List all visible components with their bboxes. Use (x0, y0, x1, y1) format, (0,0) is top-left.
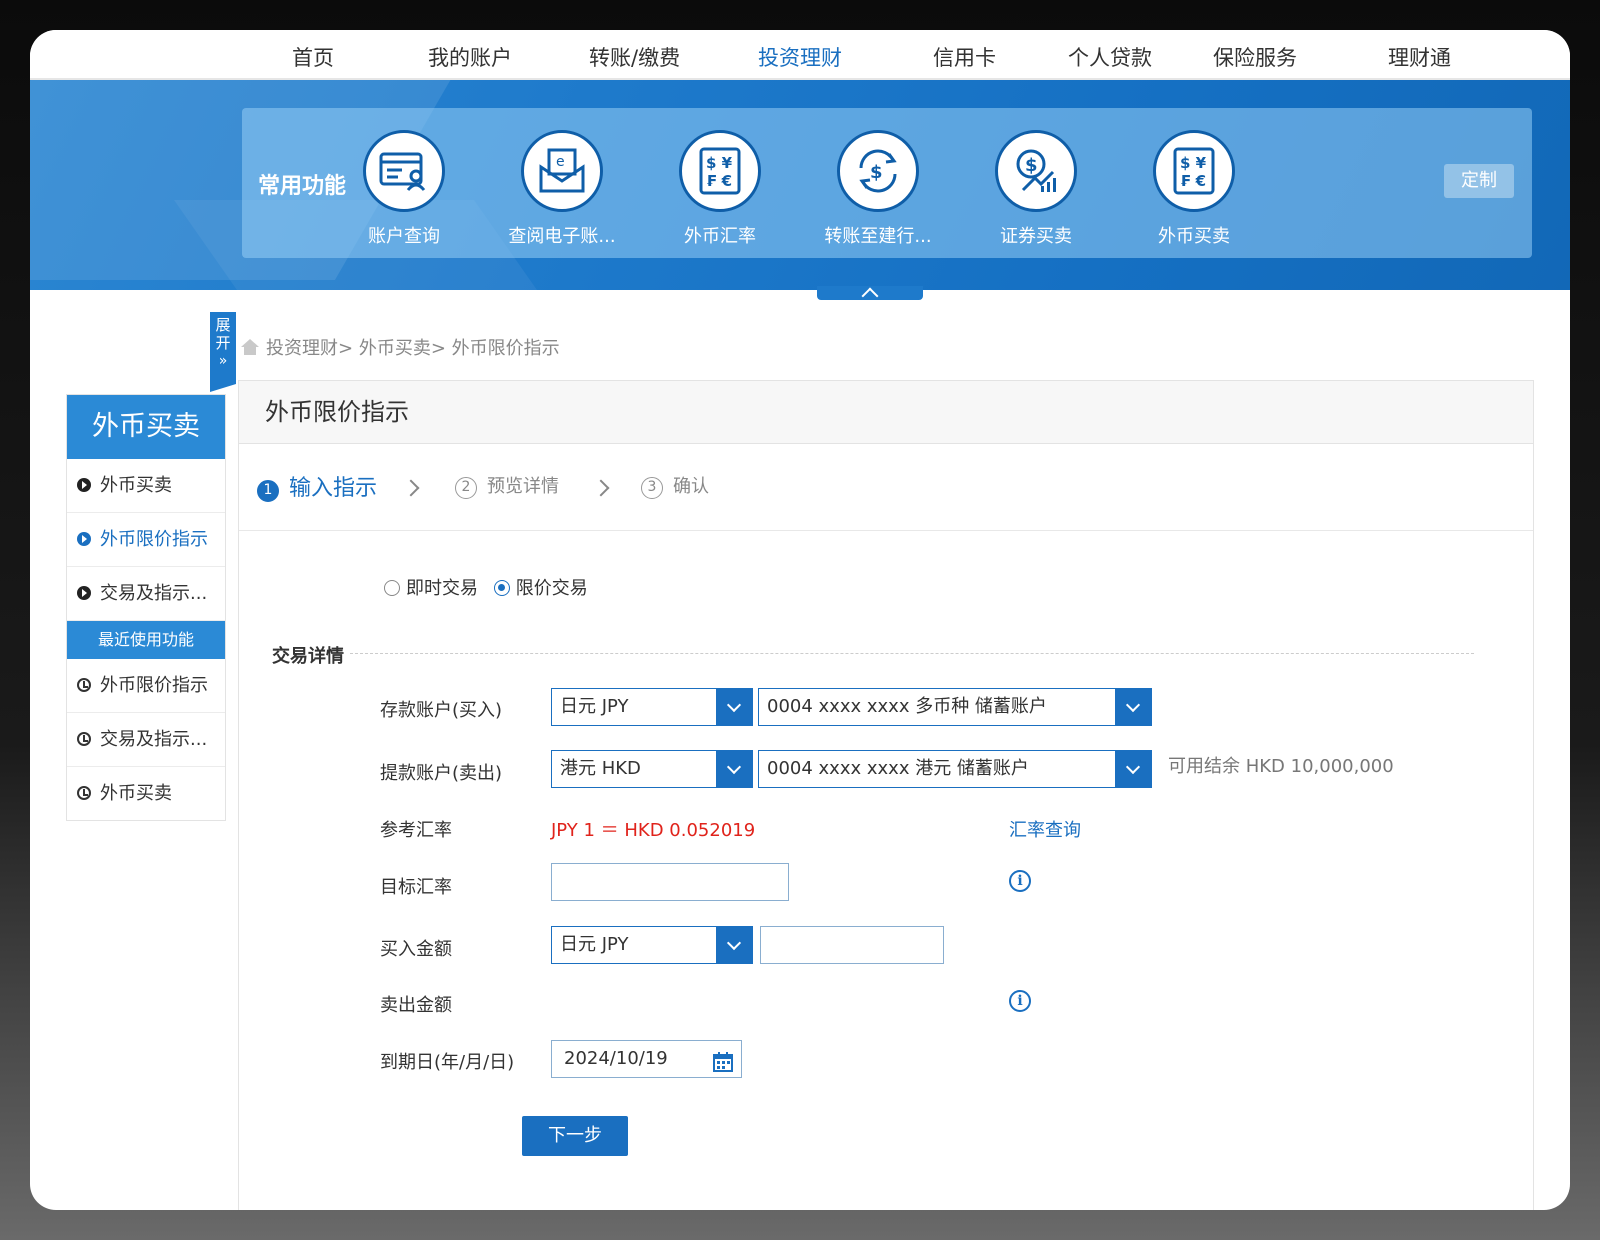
select-value: 0004 xxxx xxxx 港元 储蓄账户 (767, 758, 1029, 779)
buy-amount-input[interactable] (760, 926, 944, 964)
expiry-date-value: 2024/10/19 (564, 1048, 668, 1069)
recent-item-transactions[interactable]: 交易及指示... (67, 713, 225, 767)
withdraw-currency-select[interactable]: 港元 HKD (551, 750, 753, 788)
buy-amount-label: 买入金额 (380, 939, 452, 960)
sidebar-item-label: 交易及指示... (100, 583, 208, 604)
rate-query-link[interactable]: 汇率查询 (1009, 816, 1081, 842)
app-window: 首页 我的账户 转账/缴费 投资理财 信用卡 个人贷款 保险服务 理财通 常用功… (30, 30, 1570, 1210)
reference-rate-value: JPY 1 ＝ HKD 0.052019 (551, 820, 756, 841)
withdraw-account-select[interactable]: 0004 xxxx xxxx 港元 储蓄账户 (758, 750, 1152, 788)
radio-instant[interactable]: 即时交易 (384, 578, 478, 599)
expiry-date-input[interactable]: 2024/10/19 (551, 1040, 742, 1078)
chevron-down-icon (1115, 689, 1151, 725)
available-balance: 可用结余 HKD 10,000,000 (1168, 756, 1394, 777)
section-title: 交易详情 (272, 646, 344, 667)
play-bullet-icon (77, 532, 91, 546)
collapse-banner-button[interactable] (817, 286, 923, 305)
calendar-icon[interactable] (713, 1049, 733, 1072)
recent-item-label: 外币买卖 (100, 783, 172, 804)
recent-item-fx-trade[interactable]: 外币买卖 (67, 767, 225, 820)
chevron-down-icon (716, 751, 752, 787)
chevron-down-icon (716, 689, 752, 725)
sidebar-item-fx-trade[interactable]: 外币买卖 (67, 459, 225, 513)
radio-limit[interactable]: 限价交易 (493, 578, 588, 599)
deposit-account-select[interactable]: 0004 xxxx xxxx 多币种 储蓄账户 (758, 688, 1152, 726)
double-chevron-right-icon: » (218, 353, 228, 369)
clock-icon (77, 732, 91, 746)
sidebar-item-fx-limit[interactable]: 外币限价指示 (67, 513, 225, 567)
play-bullet-icon (77, 478, 91, 492)
sidebar: 外币买卖 外币买卖 外币限价指示 交易及指示... 最近使用功能 外币限价指示 … (66, 394, 226, 821)
play-bullet-icon (77, 586, 91, 600)
recent-item-label: 外币限价指示 (100, 675, 208, 696)
target-rate-input[interactable] (551, 863, 789, 901)
withdraw-account-label: 提款账户(卖出) (380, 763, 503, 784)
section-divider (350, 653, 1474, 654)
info-icon[interactable]: i (1009, 870, 1031, 892)
radio-icon (384, 580, 400, 596)
target-rate-label: 目标汇率 (380, 877, 452, 898)
select-value: 日元 JPY (560, 934, 629, 955)
chevron-down-icon (716, 927, 752, 963)
expand-sidebar-tab[interactable]: 展开 » (210, 312, 236, 392)
reference-rate-label: 参考汇率 (380, 820, 452, 841)
radio-label: 即时交易 (406, 578, 478, 599)
radio-label: 限价交易 (515, 578, 588, 599)
expand-label: 展开 (215, 316, 231, 352)
trade-type-group: 即时交易 限价交易 (384, 574, 588, 600)
select-value: 日元 JPY (560, 696, 629, 717)
recent-functions-title: 最近使用功能 (67, 621, 225, 659)
expiry-date-label: 到期日(年/月/日) (380, 1052, 515, 1073)
sidebar-title: 外币买卖 (67, 395, 225, 459)
recent-item-fx-limit[interactable]: 外币限价指示 (67, 659, 225, 713)
clock-icon (77, 678, 91, 692)
buy-currency-select[interactable]: 日元 JPY (551, 926, 753, 964)
sell-amount-label: 卖出金额 (380, 995, 452, 1016)
deposit-currency-select[interactable]: 日元 JPY (551, 688, 753, 726)
select-value: 0004 xxxx xxxx 多币种 储蓄账户 (767, 696, 1047, 717)
radio-checked-icon (493, 580, 510, 596)
clock-icon (77, 786, 91, 800)
next-step-button[interactable]: 下一步 (522, 1116, 628, 1156)
chevron-down-icon (1115, 751, 1151, 787)
sidebar-item-transactions[interactable]: 交易及指示... (67, 567, 225, 621)
select-value: 港元 HKD (560, 758, 641, 779)
deposit-account-label: 存款账户(买入) (380, 700, 503, 721)
sidebar-item-label: 外币买卖 (100, 475, 172, 496)
form-area: 即时交易 限价交易 交易详情 存款账户(买入) 日元 JPY 0004 xxxx… (238, 30, 1532, 1210)
info-icon[interactable]: i (1009, 990, 1031, 1012)
sidebar-item-label: 外币限价指示 (100, 529, 208, 550)
recent-item-label: 交易及指示... (100, 729, 208, 750)
